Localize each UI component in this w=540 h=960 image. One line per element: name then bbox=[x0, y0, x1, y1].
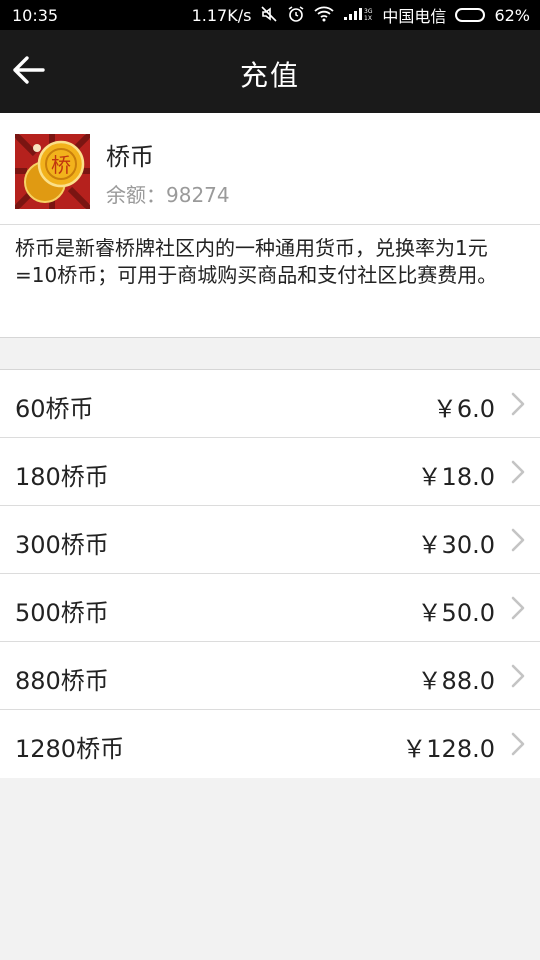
package-coin-amount: 500桥币 bbox=[15, 599, 109, 627]
package-price: ￥30.0 bbox=[417, 531, 495, 559]
alarm-icon bbox=[287, 5, 305, 26]
carrier-name: 中国电信 bbox=[382, 7, 447, 26]
recharge-package-row[interactable]: 500桥币 ￥50.0 bbox=[0, 574, 540, 642]
recharge-package-list: 60桥币 ￥6.0 180桥币 ￥18.0 300桥币 ￥30.0 500桥币 ￥50.0 88… bbox=[0, 369, 540, 778]
balance-value: 98274 bbox=[166, 183, 230, 207]
network-speed: 1.17K/s bbox=[191, 5, 252, 25]
page-title: 充值 bbox=[239, 59, 300, 92]
package-coin-amount: 60桥币 bbox=[15, 395, 94, 423]
svg-text:1X: 1X bbox=[364, 15, 372, 22]
chevron-right-icon bbox=[511, 392, 525, 416]
status-right-group: 1.17K/s 3G 1X 中国电信 62% bbox=[192, 3, 530, 27]
wifi-icon bbox=[314, 6, 335, 25]
recharge-package-row[interactable]: 60桥币 ￥6.0 bbox=[0, 370, 540, 438]
chevron-right-icon bbox=[511, 460, 525, 484]
nav-bar: 充值 bbox=[0, 30, 540, 113]
mute-icon bbox=[260, 5, 278, 25]
package-coin-amount: 1280桥币 bbox=[15, 735, 125, 763]
currency-description: 桥币是新睿桥牌社区内的一种通用货币，兑换率为1元=10桥币；可用于商城购买商品和… bbox=[15, 236, 498, 287]
recharge-package-row[interactable]: 180桥币 ￥18.0 bbox=[0, 438, 540, 506]
balance-label: 余额： bbox=[106, 183, 166, 207]
currency-name: 桥币 bbox=[106, 143, 154, 171]
chevron-right-icon bbox=[511, 732, 525, 756]
package-coin-amount: 880桥币 bbox=[15, 667, 109, 695]
card-bottom-border bbox=[0, 337, 540, 338]
battery-percent: 62% bbox=[494, 5, 530, 25]
package-price: ￥128.0 bbox=[402, 735, 495, 763]
recharge-package-row[interactable]: 1280桥币 ￥128.0 bbox=[0, 710, 540, 778]
chevron-right-icon bbox=[511, 528, 525, 552]
package-price: ￥50.0 bbox=[417, 599, 495, 627]
chevron-right-icon bbox=[511, 664, 525, 688]
package-price: ￥6.0 bbox=[432, 395, 495, 423]
balance-row: 余额：98274 bbox=[106, 179, 230, 208]
status-time: 10:35 bbox=[12, 5, 59, 25]
signal-3g-icon: 3G 1X bbox=[343, 6, 373, 25]
battery-icon bbox=[455, 8, 486, 22]
status-bar: 10:35 1.17K/s 3G 1X 中国电信 62% bbox=[0, 0, 540, 30]
package-price: ￥88.0 bbox=[417, 667, 495, 695]
recharge-package-row[interactable]: 880桥币 ￥88.0 bbox=[0, 642, 540, 710]
currency-info-card: 桥 桥币 余额：98274 桥币是新睿桥牌社区内的一种通用货币，兑换率为1元=1… bbox=[0, 113, 540, 338]
package-coin-amount: 300桥币 bbox=[15, 531, 109, 559]
package-coin-amount: 180桥币 bbox=[15, 463, 109, 491]
coin-glyph: 桥 bbox=[51, 153, 71, 177]
chevron-right-icon bbox=[511, 596, 525, 620]
package-price: ￥18.0 bbox=[417, 463, 495, 491]
qiaobi-coin-icon: 桥 bbox=[12, 131, 93, 212]
recharge-package-row[interactable]: 300桥币 ￥30.0 bbox=[0, 506, 540, 574]
svg-text:3G: 3G bbox=[364, 8, 373, 15]
card-divider bbox=[0, 224, 540, 225]
